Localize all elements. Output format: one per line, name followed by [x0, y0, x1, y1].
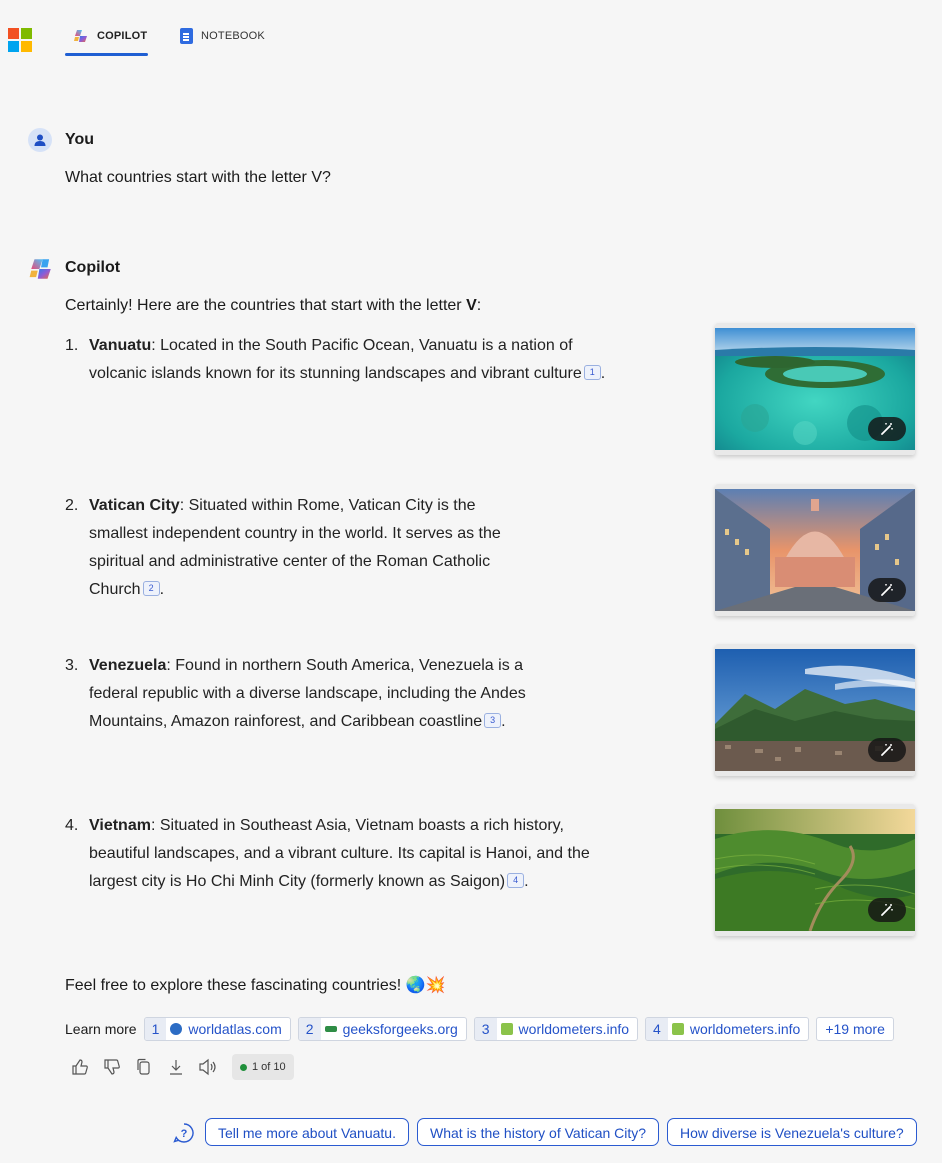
country-name: Vatican City: [89, 497, 180, 514]
source-link[interactable]: 2 geeksforgeeks.org: [297, 1017, 467, 1041]
list-number: 4.: [65, 817, 79, 834]
svg-text:?: ?: [181, 1128, 188, 1140]
tab-copilot[interactable]: COPILOT: [73, 28, 147, 44]
source-site: worldometers.info: [689, 1021, 801, 1037]
active-tab-indicator: [65, 53, 148, 56]
copilot-intro: Certainly! Here are the countries that s…: [65, 292, 481, 320]
magic-wand-icon: [881, 744, 893, 756]
country-name: Venezuela: [89, 657, 167, 674]
learn-more-label: Learn more: [65, 1021, 137, 1037]
sentence-end: .: [524, 873, 529, 890]
notebook-icon: [180, 28, 193, 44]
intro-colon: :: [476, 297, 482, 314]
person-icon: [34, 134, 46, 146]
feedback-toolbar: 1 of 10: [70, 1052, 294, 1082]
country-description: : Located in the South Pacific Ocean, Va…: [89, 337, 582, 382]
gfg-icon: [324, 1026, 337, 1032]
suggestion-chip[interactable]: What is the history of Vatican City?: [417, 1118, 660, 1146]
sentence-end: .: [159, 581, 165, 598]
question-icon[interactable]: ?: [173, 1122, 195, 1144]
vatican-image[interactable]: [715, 484, 915, 616]
copilot-avatar-icon: [29, 259, 51, 279]
source-link[interactable]: 4 worldometers.info: [645, 1017, 810, 1041]
sentence-end: .: [600, 365, 606, 382]
status-dot: [240, 1063, 247, 1071]
wand-edit-button[interactable]: [868, 578, 906, 602]
closing-text: Feel free to explore these fascinating c…: [65, 977, 446, 994]
suggestion-chip[interactable]: Tell me more about Vanuatu.: [205, 1118, 409, 1146]
intro-text: Certainly! Here are the countries that s…: [65, 297, 467, 314]
copy-icon[interactable]: [134, 1057, 154, 1077]
magic-wand-icon: [881, 904, 893, 916]
suggestion-chip[interactable]: How diverse is Venezuela's culture?: [667, 1118, 917, 1146]
source-site: worldometers.info: [518, 1021, 630, 1037]
source-number: 4: [646, 1018, 668, 1040]
citation-badge[interactable]: 2: [142, 581, 160, 596]
citation-badge[interactable]: 4: [507, 873, 525, 888]
sentence-end: .: [501, 713, 506, 730]
source-number: 3: [474, 1018, 497, 1040]
vanuatu-image[interactable]: [715, 323, 915, 455]
source-link[interactable]: 3 worldometers.info: [473, 1017, 639, 1041]
user-avatar: [28, 128, 52, 152]
globe-icon: [170, 1023, 183, 1035]
tab-notebook-label: NOTEBOOK: [201, 30, 265, 42]
worldometers-icon: [500, 1023, 513, 1035]
copilot-speaker-name: Copilot: [65, 259, 121, 276]
country-name: Vietnam: [89, 817, 151, 834]
list-number: 1.: [65, 337, 79, 354]
list-item: 2. Vatican City: Situated within Rome, V…: [65, 492, 535, 604]
download-icon[interactable]: [166, 1057, 186, 1077]
wand-edit-button[interactable]: [868, 898, 906, 922]
tab-notebook[interactable]: NOTEBOOK: [180, 28, 265, 44]
country-name: Vanuatu: [89, 337, 152, 354]
magic-wand-icon: [881, 423, 893, 435]
citation-badge[interactable]: 1: [583, 365, 601, 380]
speaker-icon[interactable]: [198, 1057, 218, 1077]
venezuela-image[interactable]: [715, 644, 915, 776]
pager-text: 1 of 10: [252, 1061, 286, 1073]
source-number: 2: [298, 1018, 321, 1040]
copilot-logo-icon: [74, 30, 87, 42]
magic-wand-icon: [881, 584, 893, 596]
worldometers-icon: [671, 1023, 684, 1035]
list-item: 4. Vietnam: Situated in Southeast Asia, …: [65, 812, 595, 896]
wand-edit-button[interactable]: [868, 417, 906, 441]
user-speaker-name: You: [65, 131, 95, 148]
source-link[interactable]: 1 worldatlas.com: [143, 1017, 291, 1041]
vietnam-image[interactable]: [715, 804, 915, 936]
thumbs-up-icon[interactable]: [70, 1057, 90, 1077]
list-item: 3. Venezuela: Found in northern South Am…: [65, 652, 570, 736]
microsoft-logo-icon: [8, 28, 32, 52]
source-site: geeksforgeeks.org: [342, 1021, 458, 1037]
list-number: 3.: [65, 657, 79, 674]
wand-edit-button[interactable]: [868, 738, 906, 762]
source-site: worldatlas.com: [188, 1021, 282, 1037]
list-number: 2.: [65, 497, 79, 514]
list-item: 1. Vanuatu: Located in the South Pacific…: [65, 332, 620, 388]
more-sources-button[interactable]: +19 more: [816, 1017, 894, 1041]
citation-badge[interactable]: 3: [484, 713, 502, 728]
learn-more-row: Learn more 1 worldatlas.com 2 geeksforge…: [65, 1017, 894, 1041]
thumbs-down-icon[interactable]: [102, 1057, 122, 1077]
source-number: 1: [144, 1018, 167, 1040]
tab-copilot-label: COPILOT: [97, 30, 148, 42]
intro-bold-letter: V: [466, 297, 477, 314]
user-message-text: What countries start with the letter V?: [65, 169, 331, 186]
response-pager: 1 of 10: [232, 1054, 294, 1080]
